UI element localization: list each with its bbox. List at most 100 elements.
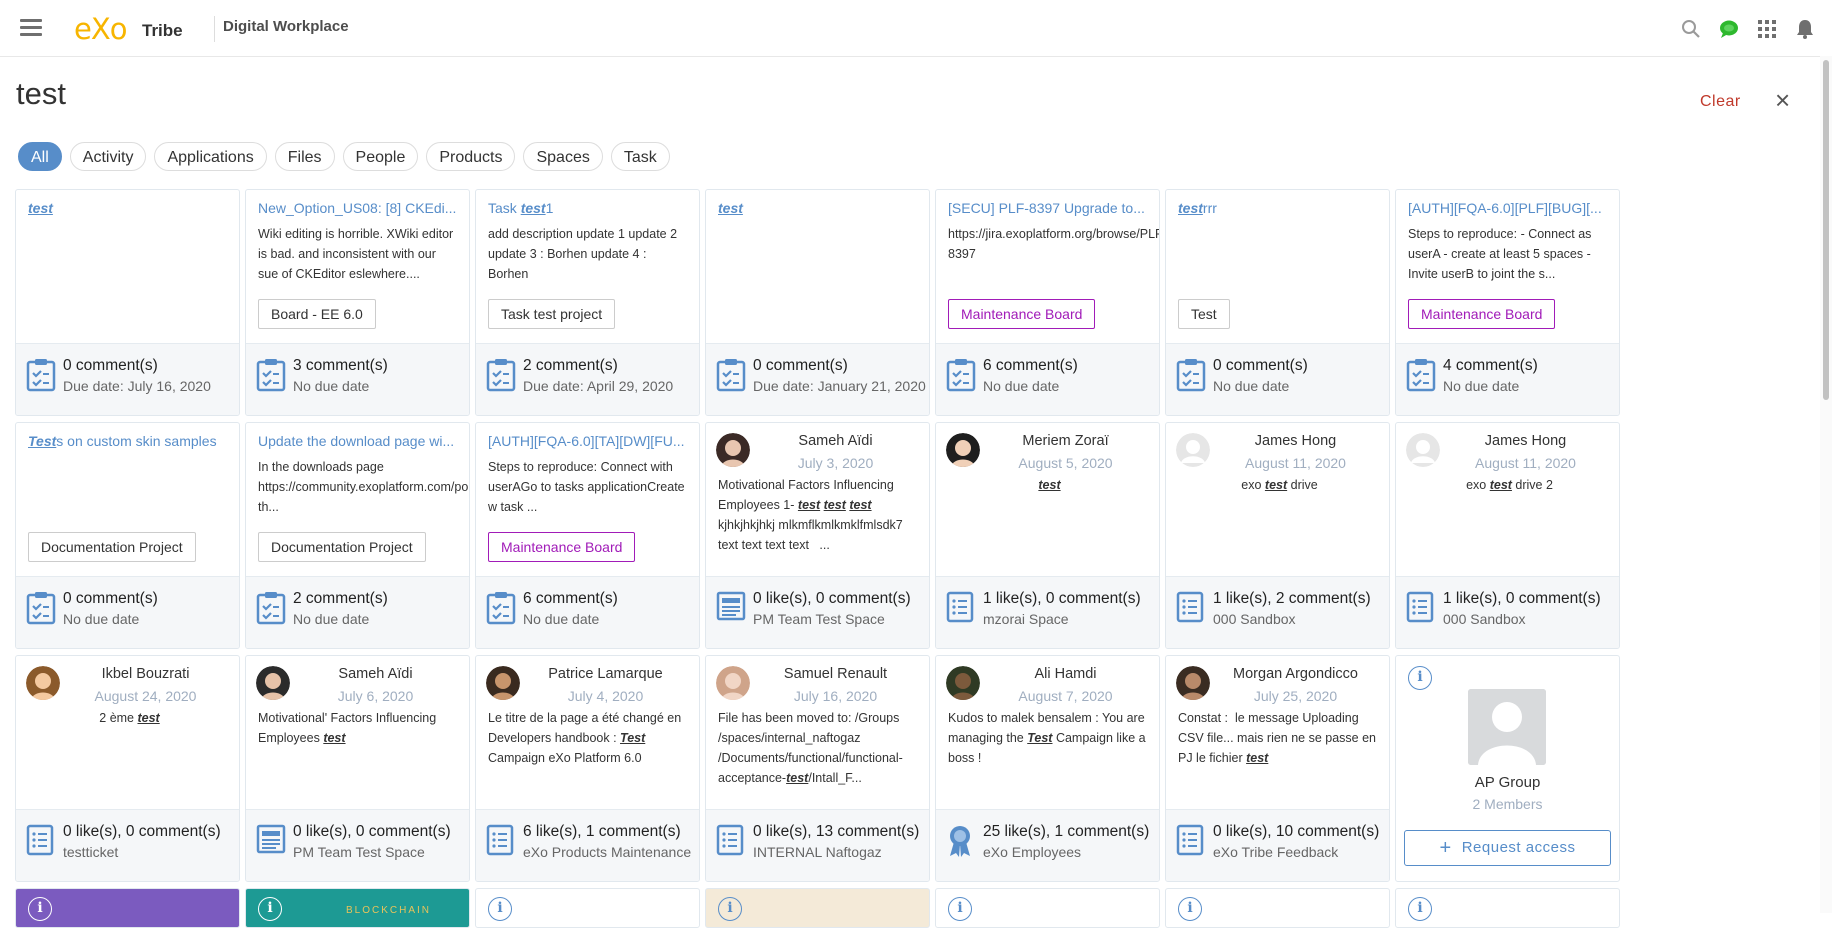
task-title-link[interactable]: [SECU] PLF-8397 Upgrade to... [948,200,1149,216]
info-icon[interactable]: i [258,897,282,921]
activity-card[interactable]: Patrice Lamarque July 4, 2020 Le titre de … [475,655,700,882]
avatar[interactable] [716,433,750,467]
filter-chip-activity[interactable]: Activity [69,142,147,171]
page-scrollbar[interactable] [1820,56,1832,913]
project-tag[interactable]: Maintenance Board [1408,299,1556,329]
task-card[interactable]: test 0 comment(s) Due date: July 16, 2020 [15,189,240,416]
partial-result-card[interactable]: i BLOCKCHAIN [245,888,470,928]
project-tag[interactable]: Task test project [488,299,616,329]
space-name[interactable]: mzorai Space [983,611,1069,627]
activity-card[interactable]: Ali Hamdi August 7, 2020 Kudos to malek be… [935,655,1160,882]
task-title-link[interactable]: Tests on custom skin samples [28,433,229,449]
project-tag[interactable]: Test [1178,299,1230,329]
filter-chip-task[interactable]: Task [610,142,670,171]
avatar[interactable] [946,433,980,467]
activity-excerpt[interactable]: Kudos to malek bensalem : You are managi… [948,708,1151,768]
project-tag[interactable]: Documentation Project [28,532,196,562]
avatar[interactable] [26,666,60,700]
filter-chip-applications[interactable]: Applications [154,142,267,171]
avatar[interactable] [946,666,980,700]
author-name[interactable]: Sameh Aïdi [746,433,925,449]
author-name[interactable]: Ikbel Bouzrati [56,666,235,682]
close-icon[interactable]: × [1775,87,1790,113]
task-title-link[interactable]: Task test1 [488,200,689,216]
space-name[interactable]: PM Team Test Space [293,844,425,860]
info-icon[interactable]: i [1408,897,1432,921]
search-query-text[interactable]: test [16,76,66,112]
notifications-bell-icon[interactable] [1794,18,1816,40]
task-card[interactable]: test 0 comment(s) Due date: January 21, 20… [705,189,930,416]
author-name[interactable]: Meriem Zoraï [976,433,1155,449]
info-icon[interactable]: i [28,897,52,921]
info-icon[interactable]: i [718,897,742,921]
partial-result-card[interactable]: i [1165,888,1390,928]
activity-excerpt[interactable]: test [948,475,1151,495]
task-title-link[interactable]: test [718,200,919,216]
chat-icon[interactable] [1718,18,1740,40]
author-name[interactable]: James Hong [1436,433,1615,449]
scrollbar-thumb[interactable] [1823,60,1829,400]
activity-card[interactable]: Sameh Aïdi July 3, 2020 Motivational Facto… [705,422,930,649]
partial-result-card[interactable]: i [935,888,1160,928]
brand-name[interactable]: Tribe [142,21,183,41]
clear-search-link[interactable]: Clear [1700,93,1741,111]
task-title-link[interactable]: test [28,200,229,216]
avatar[interactable] [256,666,290,700]
filter-chip-spaces[interactable]: Spaces [523,142,603,171]
task-card[interactable]: [AUTH][FQA-6.0][TA][DW][FU... Steps to re… [475,422,700,649]
project-tag[interactable]: Maintenance Board [948,299,1096,329]
activity-excerpt[interactable]: File has been moved to: /Groups /spaces/… [718,708,921,788]
filter-chip-people[interactable]: People [342,142,419,171]
activity-excerpt[interactable]: Constat : le message Uploading CSV file.… [1178,708,1381,768]
activity-excerpt[interactable]: 2 ème test [28,708,231,728]
activity-excerpt[interactable]: exo test drive 2 [1408,475,1611,495]
partial-result-card[interactable]: i [15,888,240,928]
space-card[interactable]: i AP Group 2 Members + Request access [1395,655,1620,882]
task-card[interactable]: New_Option_US08: [8] CKEdi... Wiki editin… [245,189,470,416]
space-name[interactable]: 000 Sandbox [1213,611,1296,627]
task-title-link[interactable]: [AUTH][FQA-6.0][PLF][BUG][... [1408,200,1609,216]
partial-result-card[interactable]: i [705,888,930,928]
hamburger-menu-icon[interactable] [20,19,42,37]
activity-excerpt[interactable]: Motivational' Factors Influencing Employ… [258,708,461,748]
app-title[interactable]: Digital Workplace [223,18,349,35]
space-name[interactable]: 000 Sandbox [1443,611,1526,627]
avatar[interactable] [486,666,520,700]
space-name[interactable]: testticket [63,844,118,860]
activity-excerpt[interactable]: Motivational Factors Influencing Employe… [718,475,921,555]
author-name[interactable]: Patrice Lamarque [516,666,695,682]
avatar[interactable] [1406,433,1440,467]
task-card[interactable]: testrrr Test 0 comment(s) No due date [1165,189,1390,416]
avatar[interactable] [1176,433,1210,467]
activity-card[interactable]: James Hong August 11, 2020 exo test drive … [1395,422,1620,649]
space-name[interactable]: INTERNAL Naftogaz [753,844,882,860]
partial-result-card[interactable]: i [1395,888,1620,928]
filter-chip-files[interactable]: Files [274,142,335,171]
task-card[interactable]: [SECU] PLF-8397 Upgrade to... https://jir… [935,189,1160,416]
space-card-name[interactable]: AP Group [1396,774,1619,791]
task-title-link[interactable]: New_Option_US08: [8] CKEdi... [258,200,459,216]
author-name[interactable]: Ali Hamdi [976,666,1155,682]
info-icon[interactable]: i [1408,666,1432,690]
task-title-link[interactable]: [AUTH][FQA-6.0][TA][DW][FU... [488,433,689,449]
author-name[interactable]: James Hong [1206,433,1385,449]
exo-logo[interactable]: eXo [74,12,127,46]
search-icon[interactable] [1680,18,1702,40]
author-name[interactable]: Samuel Renault [746,666,925,682]
info-icon[interactable]: i [488,897,512,921]
task-card[interactable]: Tests on custom skin samples Documentatio… [15,422,240,649]
activity-card[interactable]: Morgan Argondicco July 25, 2020 Constat : … [1165,655,1390,882]
partial-result-card[interactable]: i [475,888,700,928]
activity-card[interactable]: Samuel Renault July 16, 2020 File has been… [705,655,930,882]
info-icon[interactable]: i [948,897,972,921]
author-name[interactable]: Sameh Aïdi [286,666,465,682]
avatar[interactable] [1176,666,1210,700]
activity-card[interactable]: James Hong August 11, 2020 exo test drive 1… [1165,422,1390,649]
filter-chip-all[interactable]: All [18,142,62,171]
info-icon[interactable]: i [1178,897,1202,921]
task-card[interactable]: Update the download page wi... In the dow… [245,422,470,649]
task-title-link[interactable]: Update the download page wi... [258,433,459,449]
request-access-button[interactable]: + Request access [1404,830,1611,866]
task-card[interactable]: Task test1 add description update 1 updat… [475,189,700,416]
task-title-link[interactable]: testrrr [1178,200,1379,216]
